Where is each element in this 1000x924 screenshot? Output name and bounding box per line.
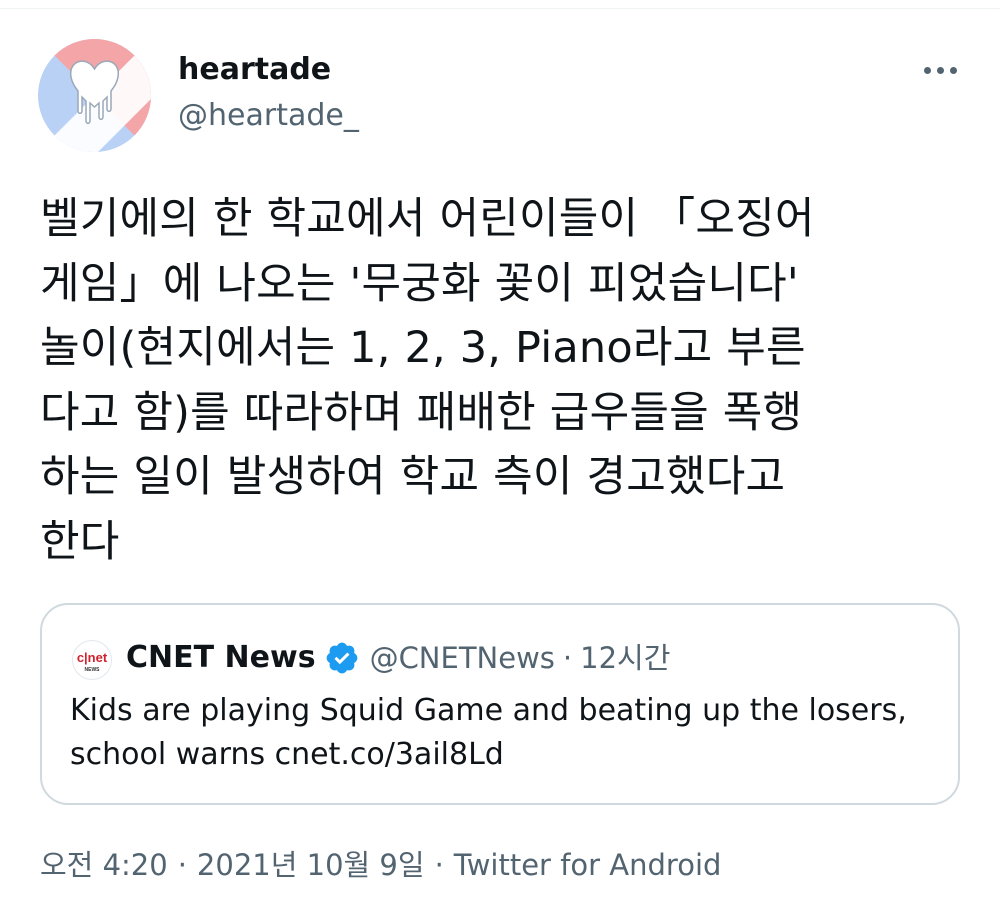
dripping-heart-avatar-icon — [38, 39, 151, 152]
svg-text:c|net: c|net — [77, 650, 108, 665]
more-dot-icon — [949, 66, 957, 74]
svg-text:NEWS: NEWS — [85, 667, 101, 673]
verified-badge-icon — [326, 642, 357, 674]
tweet-date[interactable]: 2021년 10월 9일 — [197, 848, 425, 882]
quoted-tweet-card[interactable]: c|net NEWS CNET News @CNETNews · 12시간 Ki… — [40, 603, 960, 805]
meta-separator: · — [434, 848, 444, 882]
quote-avatar[interactable]: c|net NEWS — [72, 640, 112, 680]
tweet-source[interactable]: Twitter for Android — [454, 848, 722, 882]
more-dot-icon — [936, 66, 944, 74]
quote-author-name[interactable]: CNET News — [126, 638, 316, 678]
tweet-text: 벨기에의 한 학교에서 어린이들이 「오징어 게임」에 나오는 '무궁화 꽃이 … — [40, 194, 815, 567]
cnet-news-logo-icon: c|net NEWS — [73, 641, 111, 679]
author-name[interactable]: heartade — [178, 50, 331, 90]
quote-author-handle[interactable]: @CNETNews — [370, 638, 555, 678]
author-handle[interactable]: @heartade_ — [178, 96, 359, 136]
author-avatar[interactable] — [38, 39, 151, 152]
tweet-detail: heartade @heartade_ 벨기에의 한 학교에서 어린이들이 「오… — [0, 0, 1000, 924]
tweet-metadata: 오전 4:20 · 2021년 10월 9일 · Twitter for Android — [40, 843, 721, 887]
quote-text: Kids are playing Squid Game and beating … — [70, 693, 907, 772]
quote-separator: · — [562, 641, 573, 675]
quote-timestamp[interactable]: 12시간 — [580, 638, 670, 678]
quote-header: CNET News @CNETNews · 12시간 — [126, 636, 670, 680]
more-dot-icon — [923, 66, 931, 74]
more-options-button[interactable] — [918, 54, 962, 86]
tweet-time[interactable]: 오전 4:20 — [40, 848, 168, 882]
meta-separator: · — [177, 848, 187, 882]
